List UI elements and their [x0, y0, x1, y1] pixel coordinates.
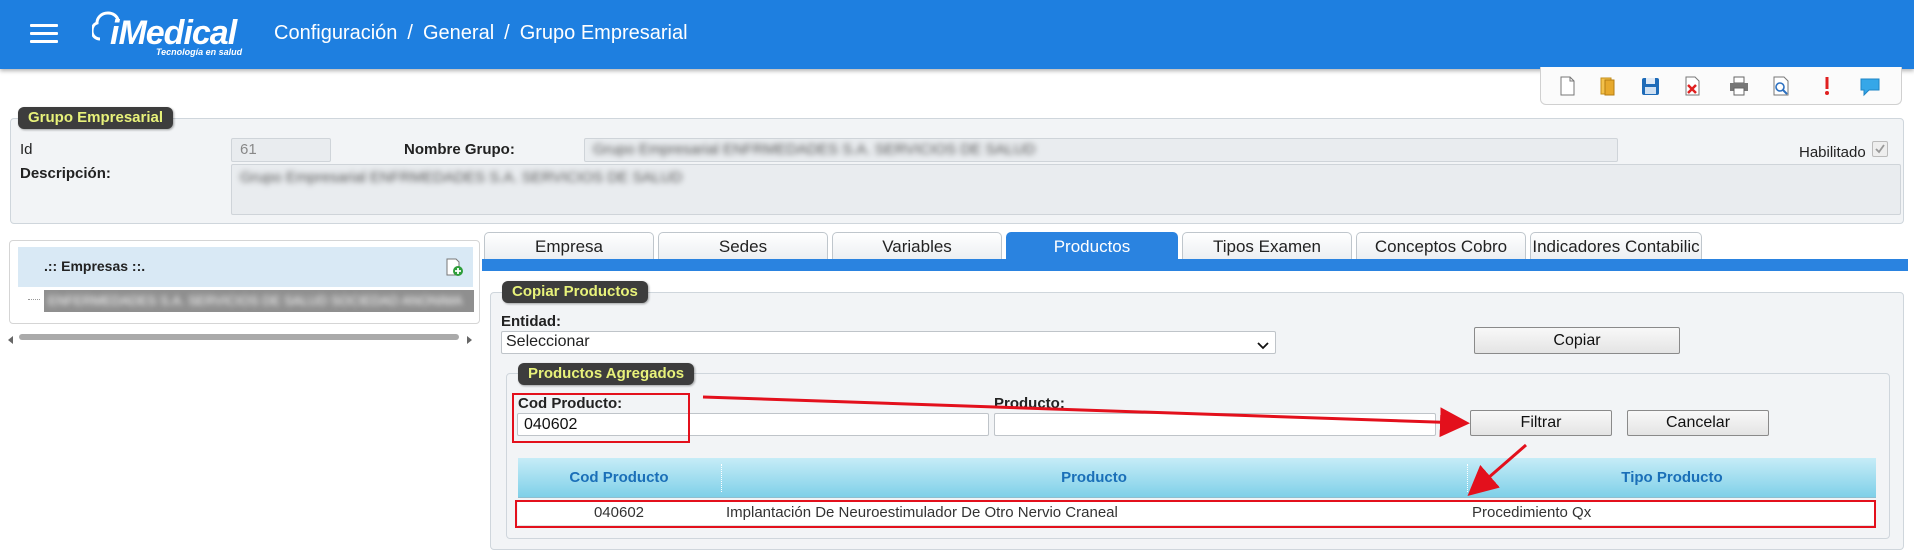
tab-underline [482, 259, 1908, 271]
group-name-field[interactable]: Grupo Empresarial ENFRMEDADES S.A. SERVI… [584, 138, 1618, 162]
imedical-logo[interactable]: iMedical Tecnología en salud [92, 6, 252, 62]
description-field[interactable]: Grupo Empresarial ENFRMEDADES S.A. SERVI… [231, 164, 1901, 215]
column-header-producto[interactable]: Producto [722, 458, 1466, 498]
company-tree-item[interactable]: ENFERMEDADES S.A. SERVICIOS DE SALUD SOC… [44, 290, 474, 312]
group-legend: Grupo Empresarial [18, 107, 174, 129]
cell-product-code: 040602 [593, 504, 645, 521]
product-name-label: Producto: [994, 395, 1065, 412]
copy-products-legend: Copiar Productos [502, 281, 648, 303]
menu-icon[interactable] [30, 24, 58, 46]
entity-select[interactable]: Seleccionar [501, 331, 1276, 354]
tab-conceptos-cobro[interactable]: Conceptos Cobro [1356, 232, 1526, 259]
save-icon[interactable] [1638, 74, 1662, 98]
description-label: Descripción: [20, 165, 111, 182]
id-field[interactable]: 61 [231, 138, 331, 162]
horizontal-scrollbar[interactable] [19, 334, 459, 340]
breadcrumb: Configuración / General / Grupo Empresarial [274, 22, 688, 45]
products-grid-header: Cod Producto Producto Tipo Producto [518, 458, 1876, 498]
action-toolbar [1540, 67, 1902, 105]
description-value: Grupo Empresarial ENFRMEDADES S.A. SERVI… [240, 169, 683, 186]
tab-sedes[interactable]: Sedes [658, 232, 828, 259]
print-icon[interactable] [1727, 74, 1751, 98]
open-folder-icon[interactable] [1596, 74, 1620, 98]
tab-indicadores-contables[interactable]: Indicadores Contabilic [1530, 232, 1702, 259]
companies-title: .:: Empresas ::. [44, 258, 146, 274]
companies-header: .:: Empresas ::. [18, 247, 473, 287]
product-name-input[interactable] [994, 413, 1436, 436]
cell-product-name: Implantación De Neuroestimulador De Otro… [726, 504, 1118, 521]
chevron-down-icon [1257, 338, 1269, 355]
id-label: Id [20, 141, 33, 158]
enabled-checkbox[interactable] [1872, 141, 1888, 157]
app-header: iMedical Tecnología en salud Configuraci… [0, 0, 1914, 69]
tab-empresa[interactable]: Empresa [484, 232, 654, 259]
column-header-tipo-producto[interactable]: Tipo Producto [1468, 458, 1876, 498]
cell-product-type: Procedimiento Qx [1472, 504, 1592, 521]
breadcrumb-separator: / [407, 22, 413, 44]
breadcrumb-item-grupo-empresarial: Grupo Empresarial [519, 22, 688, 44]
group-name-value: Grupo Empresarial ENFRMEDADES S.A. SERVI… [593, 141, 1036, 158]
table-row[interactable]: 040602 Implantación De Neuroestimulador … [518, 500, 1876, 526]
breadcrumb-separator: / [504, 22, 510, 44]
scroll-left-icon[interactable] [6, 332, 14, 344]
breadcrumb-item-configuracion[interactable]: Configuración [274, 22, 397, 44]
logo-tagline: Tecnología en salud [156, 47, 243, 57]
company-name: ENFERMEDADES S.A. SERVICIOS DE SALUD SOC… [48, 293, 463, 308]
tab-variables[interactable]: Variables [832, 232, 1002, 259]
preview-icon[interactable] [1769, 74, 1793, 98]
tab-tipos-examen[interactable]: Tipos Examen [1182, 232, 1352, 259]
cancel-button[interactable]: Cancelar [1627, 410, 1769, 436]
comment-icon[interactable] [1858, 74, 1882, 98]
group-name-label: Nombre Grupo: [404, 141, 515, 158]
product-code-input[interactable]: 040602 [517, 413, 989, 436]
column-header-cod-producto[interactable]: Cod Producto [518, 458, 720, 498]
breadcrumb-item-general[interactable]: General [423, 22, 494, 44]
added-products-legend: Productos Agregados [518, 363, 695, 385]
tree-connector [28, 299, 40, 300]
alert-icon[interactable] [1815, 74, 1839, 98]
tab-productos[interactable]: Productos [1006, 232, 1178, 259]
entity-selected-value: Seleccionar [506, 333, 590, 350]
filter-button[interactable]: Filtrar [1470, 410, 1612, 436]
scroll-right-icon[interactable] [466, 332, 474, 344]
product-code-label: Cod Producto: [518, 395, 623, 412]
copy-button[interactable]: Copiar [1474, 327, 1680, 354]
companies-panel: .:: Empresas ::. ENFERMEDADES S.A. SERVI… [9, 240, 480, 324]
enabled-label: Habilitado [1799, 144, 1866, 161]
entity-label: Entidad: [501, 313, 561, 330]
add-company-icon[interactable] [444, 257, 464, 281]
new-document-icon[interactable] [1555, 74, 1579, 98]
delete-icon[interactable] [1680, 74, 1704, 98]
